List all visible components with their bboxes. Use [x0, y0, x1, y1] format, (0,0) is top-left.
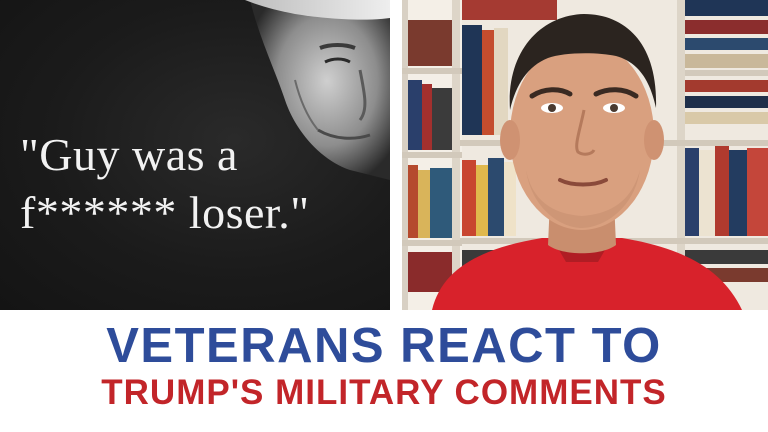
- panel-divider: [390, 0, 402, 310]
- quote-line-1: "Guy was a: [20, 129, 238, 180]
- headline-line-1: VETERANS REACT TO: [106, 319, 662, 373]
- quote-panel: "Guy was a f****** loser.": [0, 0, 390, 310]
- speaker-illustration: [402, 0, 768, 310]
- headline-line-2: TRUMP'S MILITARY COMMENTS: [101, 373, 667, 412]
- quote-line-2: f****** loser.": [20, 187, 310, 238]
- quote-text: "Guy was a f****** loser.": [20, 126, 380, 242]
- video-frame-speaker: [402, 0, 768, 310]
